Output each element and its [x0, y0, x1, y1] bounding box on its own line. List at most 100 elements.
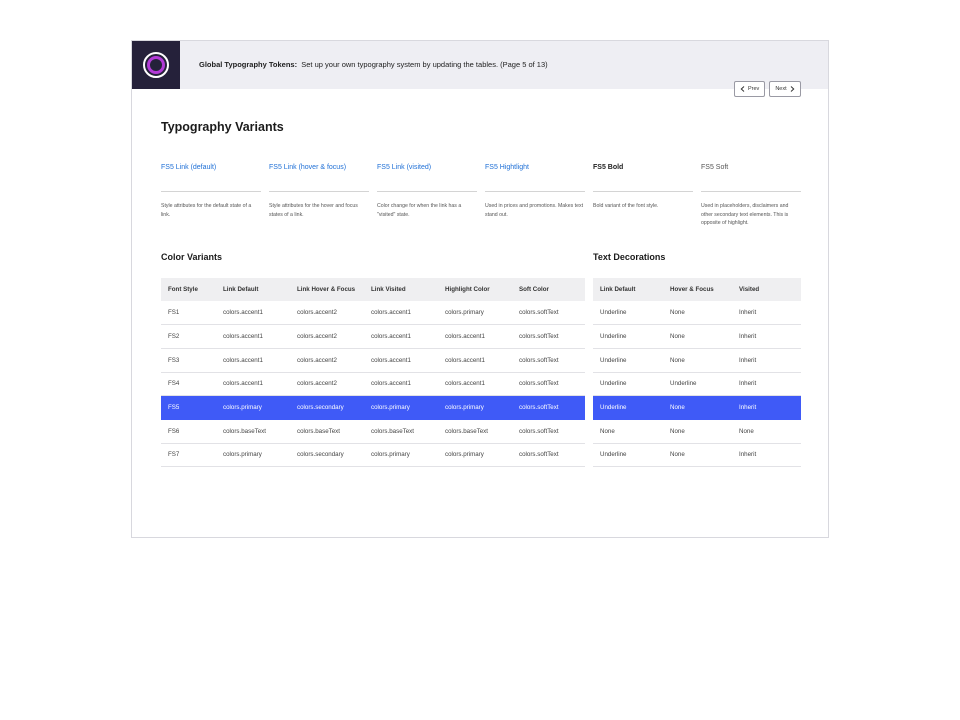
logo [132, 41, 180, 89]
text-decorations-table-cell: None [593, 419, 663, 444]
typography-variant: FS5 Link (default) Style attributes for t… [161, 164, 261, 218]
color-variants-table-cell: colors.accent1 [216, 301, 290, 326]
text-decorations-table-cell: Underline [593, 301, 663, 326]
chevron-left-icon [740, 86, 745, 92]
next-button[interactable]: Next [769, 81, 801, 97]
color-variants-table-cell: colors.primary [216, 443, 290, 468]
text-decorations-table-cell: None [663, 301, 732, 326]
color-variants-column-header: Link Visited [364, 278, 438, 301]
color-variants-table-cell: FS7 [161, 443, 216, 468]
divider [485, 191, 585, 192]
typography-variant-description: Used in placeholders, disclaimers and ot… [701, 203, 789, 227]
typography-variant-name[interactable]: FS5 Hightlight [485, 164, 585, 178]
prev-button-label: Prev [748, 86, 760, 92]
color-variants-column-header: Highlight Color [438, 278, 512, 301]
color-variants-table-cell: colors.softText [512, 372, 585, 397]
page-heading: Global Typography Tokens: Set up your ow… [199, 60, 548, 69]
divider [701, 191, 801, 192]
typography-variant-description: Bold variant of the font style. [593, 203, 659, 209]
color-variants-table: Font Style Link Default Link Hover & Focus… [161, 278, 585, 468]
page-heading-bold: Global Typography Tokens: [199, 60, 298, 69]
typography-variant: FS5 Link (visited) Color change for when … [377, 164, 477, 218]
color-variants-table-cell: FS4 [161, 372, 216, 397]
text-decorations-table-cell: None [663, 419, 732, 444]
text-decorations-column-header: Link Default [593, 278, 663, 301]
text-decorations-table: Link Default Hover & Focus Visited Underli… [593, 278, 801, 468]
color-variants-table-cell: colors.baseText [290, 419, 364, 444]
deco-table-body: Underline None Inherit Underline None Inherit… [593, 301, 801, 468]
typography-variant-name[interactable]: FS5 Link (visited) [377, 164, 477, 178]
text-decorations-table-cell: Underline [593, 324, 663, 349]
text-decorations-column-header: Hover & Focus [663, 278, 732, 301]
text-decorations-table-cell: Inherit [732, 443, 801, 468]
text-decorations-table-cell: Underline [593, 348, 663, 373]
color-variants-table-cell: colors.accent2 [290, 348, 364, 373]
color-variants-table-cell: colors.accent1 [364, 301, 438, 326]
color-variants-table-cell: FS3 [161, 348, 216, 373]
color-variants-table-row: FS1 colors.accent1 colors.accent2 colors.ac… [161, 301, 585, 326]
color-variants-table-cell: colors.accent1 [438, 372, 512, 397]
text-decorations-table-row: Underline None Inherit [593, 324, 801, 349]
color-variants-table-cell: colors.baseText [216, 419, 290, 444]
logo-ring-icon [143, 52, 169, 78]
typography-variant-description: Style attributes for the hover and focus… [269, 203, 358, 218]
typography-variant-name[interactable]: FS5 Link (hover & focus) [269, 164, 369, 178]
typography-variant-description: Used in prices and promotions. Makes tex… [485, 203, 584, 218]
typography-variant: FS5 Soft Used in placeholders, disclaimer… [701, 164, 801, 226]
color-variants-table-cell: FS1 [161, 301, 216, 326]
color-variants-table-cell: FS2 [161, 324, 216, 349]
color-variants-table-row: FS4 colors.accent1 colors.accent2 colors.ac… [161, 372, 585, 397]
text-decorations-table-cell: None [663, 348, 732, 373]
color-variants-table-row: FS6 colors.baseText colors.baseText colors.… [161, 419, 585, 444]
typography-variant-description: Style attributes for the default state o… [161, 203, 252, 218]
color-table-body: FS1 colors.accent1 colors.accent2 colors.ac… [161, 301, 585, 468]
color-variants-table-cell: colors.accent1 [216, 348, 290, 373]
color-variants-table-cell: colors.secondary [290, 395, 364, 420]
divider [161, 191, 261, 192]
color-variants-table-row: FS2 colors.accent1 colors.accent2 colors.ac… [161, 324, 585, 349]
color-variants-table-row: FS5 colors.primary colors.secondary colors.… [161, 395, 585, 420]
text-decorations-table-cell: Inherit [732, 395, 801, 420]
color-variants-table-cell: colors.baseText [364, 419, 438, 444]
color-variants-column-header: Soft Color [512, 278, 585, 301]
text-decorations-table-cell: None [663, 395, 732, 420]
color-variants-table-cell: colors.accent2 [290, 324, 364, 349]
text-decorations-table-cell: Underline [663, 372, 732, 397]
color-variants-table-cell: colors.accent1 [438, 348, 512, 373]
text-decorations-table-row: Underline None Inherit [593, 301, 801, 326]
color-variants-table-row: FS7 colors.primary colors.secondary colors.… [161, 443, 585, 468]
color-variants-table-cell: colors.accent1 [364, 324, 438, 349]
color-variants-table-cell: colors.softText [512, 348, 585, 373]
color-variants-table-cell: colors.softText [512, 395, 585, 420]
color-variants-table-cell: colors.softText [512, 419, 585, 444]
text-decorations-table-row: Underline None Inherit [593, 443, 801, 468]
color-variants-title: Color Variants [161, 252, 223, 262]
color-variants-table-cell: colors.accent2 [290, 372, 364, 397]
chevron-right-icon [790, 86, 795, 92]
divider [593, 191, 693, 192]
color-table-header-row: Font Style Link Default Link Hover & Focus… [161, 278, 585, 301]
color-variants-table-cell: colors.baseText [438, 419, 512, 444]
prev-button[interactable]: Prev [734, 81, 766, 97]
text-decorations-table-cell: None [663, 443, 732, 468]
color-variants-table-cell: colors.secondary [290, 443, 364, 468]
text-decorations-table-cell: Underline [593, 443, 663, 468]
color-variants-table-cell: FS5 [161, 395, 216, 420]
color-variants-table-cell: colors.primary [364, 395, 438, 420]
text-decorations-table-cell: Inherit [732, 348, 801, 373]
color-variants-table-row: FS3 colors.accent1 colors.accent2 colors.ac… [161, 348, 585, 373]
text-decorations-table-cell: None [732, 419, 801, 444]
typography-variant-description: Color change for when the link has a "vi… [377, 203, 462, 218]
typography-variant-name[interactable]: FS5 Link (default) [161, 164, 261, 178]
text-decorations-table-cell: Underline [593, 372, 663, 397]
color-variants-table-cell: colors.softText [512, 443, 585, 468]
text-decorations-table-row: None None None [593, 419, 801, 444]
color-variants-column-header: Font Style [161, 278, 216, 301]
text-decorations-table-row: Underline None Inherit [593, 348, 801, 373]
color-variants-table-cell: colors.primary [364, 443, 438, 468]
text-decorations-table-row: Underline None Inherit [593, 395, 801, 420]
typography-variants-title: Typography Variants [161, 120, 284, 134]
typography-variant: FS5 Hightlight Used in prices and promoti… [485, 164, 585, 218]
header-bar: Global Typography Tokens: Set up your ow… [132, 41, 828, 89]
typography-variant: FS5 Bold Bold variant of the font style. [593, 164, 693, 209]
